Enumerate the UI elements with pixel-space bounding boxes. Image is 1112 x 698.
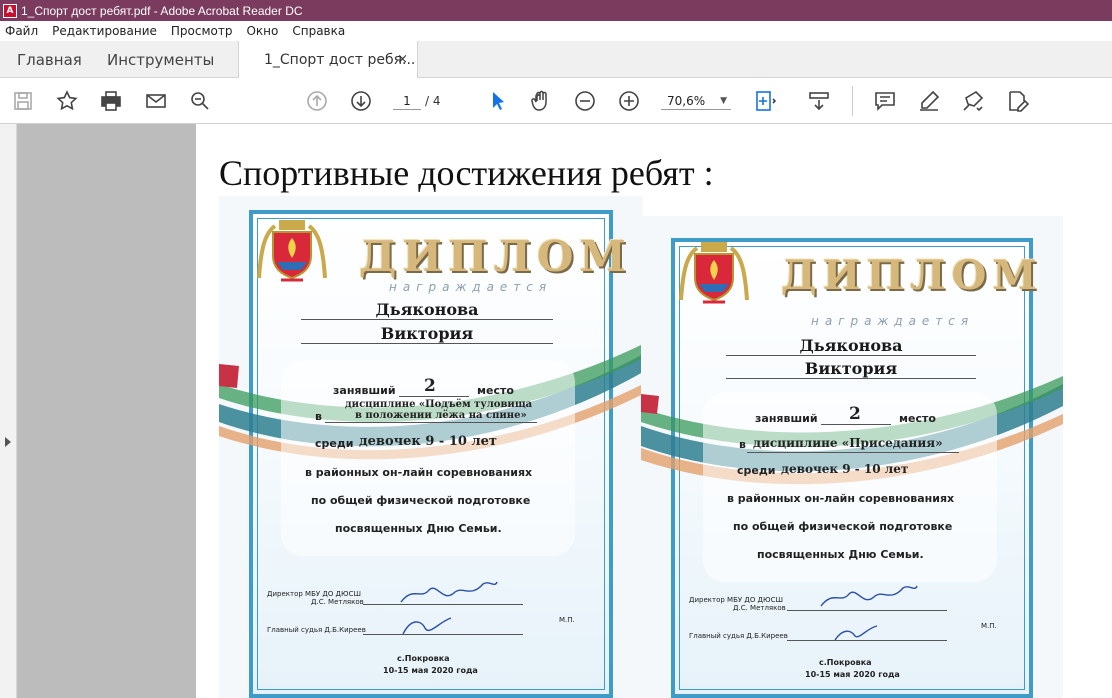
date: 10-15 мая 2020 года	[805, 670, 900, 679]
director-name: Д.С. Метляков	[733, 604, 786, 612]
discipline-line1: дисциплине «Приседания»	[753, 436, 943, 450]
competition-line3: посвященных Дню Семьи.	[335, 522, 502, 535]
fit-page-icon[interactable]	[752, 88, 778, 114]
print-icon[interactable]	[98, 88, 124, 114]
judge-signature	[402, 617, 452, 635]
date: 10-15 мая 2020 года	[383, 666, 478, 675]
tab-document-label: 1_Спорт дост ребя...	[264, 52, 416, 68]
competition-line1: в районных он-лайн соревнованиях	[305, 466, 533, 479]
acrobat-app-icon: A	[3, 3, 17, 18]
email-icon[interactable]	[143, 88, 169, 114]
discipline-line2: в положении лёжа на спине»	[355, 410, 527, 421]
menu-bar: Файл Редактирование Просмотр Окно Справк…	[0, 21, 1112, 41]
diploma-2: ДИПЛОМ награждается Дьяконова Виктория з…	[641, 216, 1063, 698]
menu-window[interactable]: Окно	[246, 24, 278, 38]
window-title: 1_Спорт дост ребят.pdf - Adobe Acrobat R…	[21, 3, 303, 18]
awarded-label: награждается	[811, 314, 975, 328]
search-zoom-icon[interactable]	[187, 88, 213, 114]
menu-edit[interactable]: Редактирование	[52, 24, 157, 38]
director-name: Д.С. Метляков	[311, 598, 364, 606]
place-value: 2	[424, 376, 436, 396]
judge-signature	[834, 625, 878, 641]
left-panel-toggle[interactable]	[0, 124, 17, 698]
place-label: занявший	[755, 412, 818, 425]
place-suffix: место	[477, 384, 514, 397]
sign-icon[interactable]	[960, 88, 986, 114]
coat-of-arms-icon	[257, 220, 327, 282]
competition-line2: по общей физической подготовке	[311, 494, 531, 507]
toolbar-separator	[852, 86, 853, 116]
page-up-icon[interactable]	[304, 88, 330, 114]
place-suffix: место	[899, 412, 936, 425]
in-label: в	[739, 438, 746, 451]
director-signature	[400, 581, 498, 603]
director-title: Директор МБУ ДО ДЮСШ	[689, 596, 783, 604]
page-down-icon[interactable]	[348, 88, 374, 114]
stamp-label: М.П.	[559, 616, 575, 624]
among-value: девочек 9 - 10 лет	[781, 462, 909, 476]
place-label: занявший	[333, 384, 396, 397]
zoom-value: 70,6%	[667, 94, 706, 108]
comment-icon[interactable]	[872, 88, 898, 114]
tab-document[interactable]: 1_Спорт дост ребя... ×	[238, 41, 418, 79]
menu-file[interactable]: Файл	[5, 24, 38, 38]
competition-line3: посвященных Дню Семьи.	[757, 548, 924, 561]
city: с.Покровка	[397, 654, 450, 663]
diploma-title: ДИПЛОМ	[781, 252, 1043, 299]
coat-of-arms-icon	[679, 242, 749, 304]
highlight-pen-icon[interactable]	[916, 88, 942, 114]
among-value: девочек 9 - 10 лет	[359, 434, 497, 449]
discipline-line1: дисциплине «Подъём туловища	[345, 399, 533, 410]
judge-title: Главный судья Д.Б.Киреев	[689, 632, 788, 640]
first-name: Виктория	[301, 324, 553, 344]
director-signature	[820, 585, 918, 607]
place-value: 2	[849, 404, 861, 424]
competition-line2: по общей физической подготовке	[733, 520, 953, 533]
pdf-page: Спортивные достижения ребят : ДИПЛОМ наг…	[196, 124, 1112, 698]
page-heading: Спортивные достижения ребят :	[219, 153, 714, 193]
tab-close-icon[interactable]: ×	[397, 52, 408, 67]
city: с.Покровка	[819, 658, 872, 667]
menu-view[interactable]: Просмотр	[171, 24, 233, 38]
director-title: Директор МБУ ДО ДЮСШ	[267, 590, 361, 598]
read-mode-icon[interactable]	[806, 88, 832, 114]
chevron-down-icon: ▼	[720, 96, 727, 106]
in-label: в	[315, 410, 322, 423]
awarded-label: награждается	[389, 280, 553, 294]
surname: Дьяконова	[301, 300, 553, 320]
zoom-in-icon[interactable]	[616, 88, 642, 114]
diploma-title: ДИПЛОМ	[359, 232, 632, 281]
stamp-label: М.П.	[981, 622, 997, 630]
zoom-select[interactable]: 70,6% ▼	[661, 92, 731, 110]
surname: Дьяконова	[726, 336, 976, 356]
bookmark-star-icon[interactable]	[54, 88, 80, 114]
fill-sign-icon[interactable]	[1004, 88, 1030, 114]
page-total: / 4	[425, 94, 441, 108]
tab-tools[interactable]: Инструменты	[107, 41, 214, 78]
competition-line1: в районных он-лайн соревнованиях	[727, 492, 955, 505]
judge-title: Главный судья Д.Б.Киреев	[267, 626, 366, 634]
tab-bar: Главная Инструменты 1_Спорт дост ребя...…	[0, 41, 1112, 79]
tab-home[interactable]: Главная	[17, 41, 82, 78]
expand-panel-icon[interactable]	[5, 437, 11, 447]
title-bar: A 1_Спорт дост ребят.pdf - Adobe Acrobat…	[0, 0, 1112, 21]
among-label: среди	[737, 464, 776, 477]
document-workspace[interactable]: Спортивные достижения ребят : ДИПЛОМ наг…	[0, 124, 1112, 698]
select-cursor-icon[interactable]	[485, 88, 511, 114]
save-icon[interactable]	[10, 88, 36, 114]
diploma-1: ДИПЛОМ награждается Дьяконова Виктория з…	[219, 196, 643, 698]
among-label: среди	[315, 437, 354, 450]
toolbar: 1 / 4 70,6% ▼	[0, 78, 1112, 124]
zoom-out-icon[interactable]	[572, 88, 598, 114]
hand-icon[interactable]	[528, 88, 554, 114]
menu-help[interactable]: Справка	[292, 24, 345, 38]
page-number-input[interactable]: 1	[393, 92, 421, 110]
